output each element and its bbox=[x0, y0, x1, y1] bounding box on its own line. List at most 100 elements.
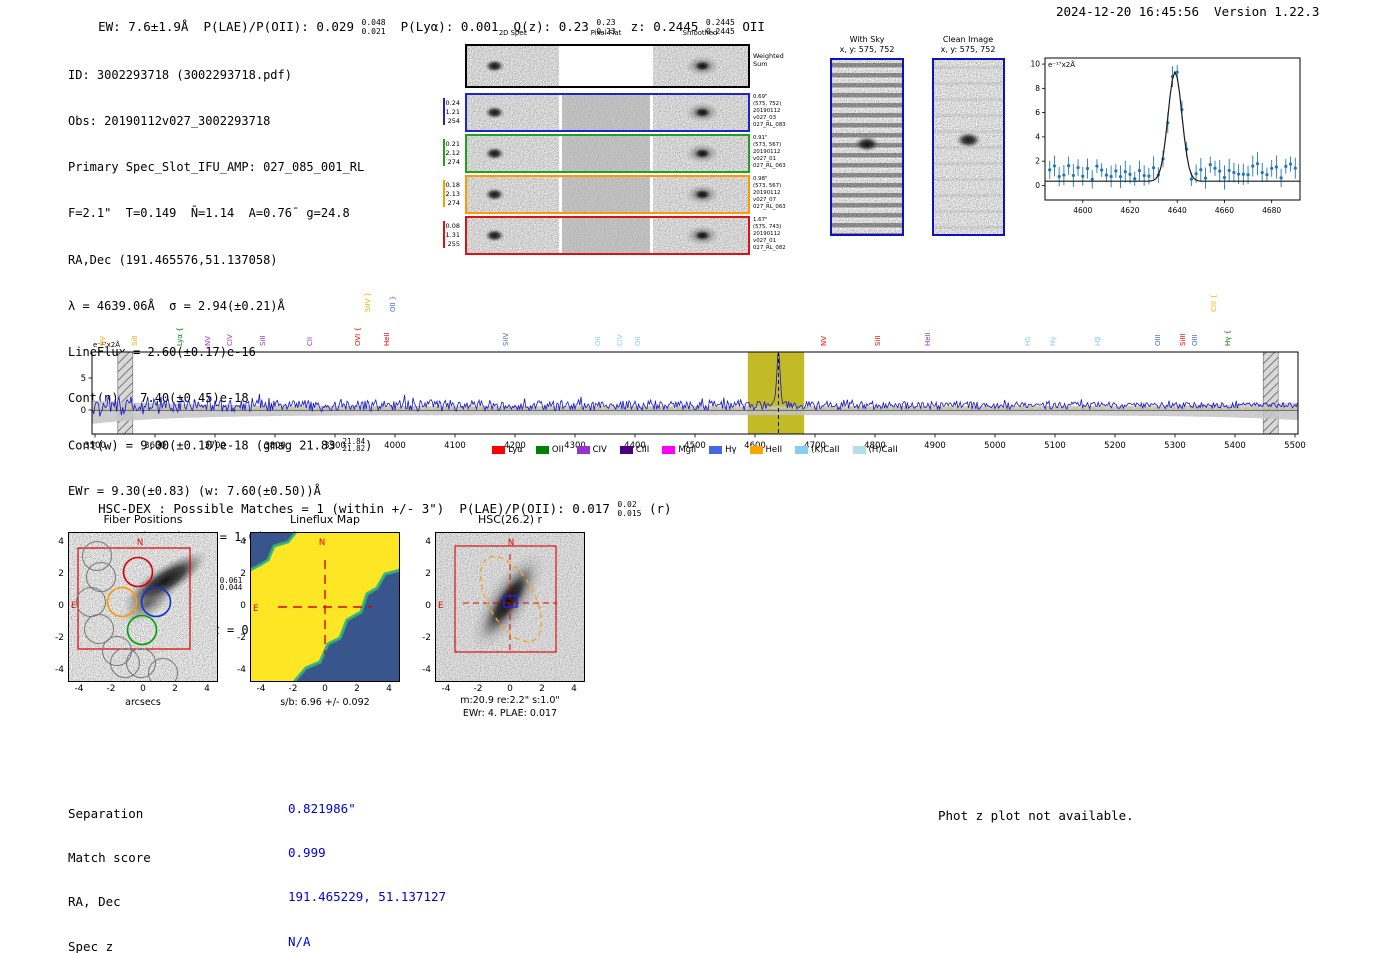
elixer-report-page: EW: 7.6±1.9Å P(LAE)/P(OII): 0.029 0.048 0… bbox=[0, 0, 1400, 953]
spec2d-header-pixelflat: Pixel Flat bbox=[590, 29, 622, 37]
emission-line-label: OII } bbox=[389, 296, 397, 312]
legend-label: (H)CaII bbox=[868, 445, 898, 455]
compass-east-label: E bbox=[438, 601, 443, 611]
emission-line-label: CIV bbox=[616, 334, 624, 346]
emission-line-label: NV bbox=[99, 336, 107, 346]
withsky-xy: x, y: 575, 752 bbox=[839, 45, 895, 54]
axis-tick-label: 0 bbox=[507, 684, 513, 694]
info-seeing: F=2.1" T=0.149 N̄=1.14 A=0.76̄ g=24.8 bbox=[68, 206, 350, 221]
info-obs: Obs: 20190112v027_3002293718 bbox=[68, 114, 271, 129]
legend-color-chip bbox=[535, 446, 549, 454]
spec2d-cell-spec bbox=[467, 95, 559, 130]
emission-line-label: OIII bbox=[1154, 334, 1162, 346]
match-table-labels: Separation Match score RA, Dec Spec z Ph… bbox=[68, 777, 181, 953]
spec2d-row-right-label: 0.98" (573, 567) 20190112 v027_07 027_RL_063 bbox=[753, 176, 786, 210]
hsc-cutout-title: HSC(26.2) r bbox=[477, 513, 543, 526]
axis-tick-label: -4 bbox=[55, 665, 64, 675]
emission-line-label: SiII bbox=[259, 335, 267, 346]
spec2d-cell-smooth bbox=[653, 136, 748, 171]
spec2d-cell-smooth bbox=[653, 95, 748, 130]
legend-label: Hγ bbox=[725, 445, 737, 455]
axis-tick-label: -2 bbox=[473, 684, 483, 694]
axis-tick-label: 6 bbox=[1035, 108, 1040, 117]
match-value: 0.999 bbox=[288, 844, 326, 860]
axis-tick-label: 0 bbox=[58, 601, 64, 611]
spec2d-cell-spec bbox=[467, 136, 559, 171]
header-timestamp: 2024-12-20 16:45:56 Version 1.22.3 bbox=[1056, 4, 1320, 19]
spec2d-fiber-row bbox=[465, 134, 750, 173]
spec2d-cell-flat bbox=[562, 177, 650, 212]
match-label: Separation bbox=[68, 805, 144, 821]
fiber-positions-xlabel: arcsecs bbox=[125, 697, 161, 708]
compass-east-label: E bbox=[253, 604, 258, 614]
spec2d-cell-flat bbox=[562, 218, 650, 253]
axis-tick-label: 4 bbox=[571, 684, 577, 694]
spec2d-weighted-label: Weighted Sum bbox=[753, 52, 784, 68]
emission-line-label: NV bbox=[204, 336, 212, 346]
header-ew: EW: 7.6±1.9Å P(LAE)/P(OII): 0.029 bbox=[98, 19, 362, 34]
clean-xy: x, y: 575, 752 bbox=[940, 45, 996, 54]
legend-label: HeII bbox=[765, 445, 783, 455]
axis-tick-label: 0 bbox=[240, 601, 246, 611]
emission-line-label: OIII bbox=[1191, 334, 1199, 346]
axis-tick-label: 0 bbox=[140, 684, 146, 694]
emission-line-label: OII bbox=[634, 336, 642, 346]
lineflux-map-xlabel: s/b: 6.96 +/- 0.092 bbox=[280, 697, 370, 708]
y-axis-label: e⁻¹⁷x2Å bbox=[1048, 60, 1075, 69]
axis-tick-label: 4680 bbox=[1262, 206, 1281, 215]
match-label: Spec z bbox=[68, 938, 114, 953]
axis-tick-label: 2 bbox=[58, 569, 64, 579]
spec2d-cell-spec bbox=[467, 46, 559, 86]
axis-tick-label: 2 bbox=[354, 684, 360, 694]
legend-color-chip bbox=[619, 446, 633, 454]
withsky-image-panel bbox=[830, 58, 904, 240]
spec2d-row-left-label: 0.08 1.31 255 bbox=[445, 222, 460, 248]
spec2d-weighted-row bbox=[465, 44, 750, 88]
lineflux-map-image: NE bbox=[250, 532, 400, 682]
axis-tick-label: 4 bbox=[204, 684, 210, 694]
axis-tick-label: -4 bbox=[256, 684, 266, 694]
emission-line-label: Hδ bbox=[1024, 336, 1032, 346]
spec2d-row-right-label: 1.67" (575, 743) 20190112 v027_01 027_RL_082 bbox=[753, 217, 786, 251]
axis-tick-label: 4 bbox=[58, 537, 64, 547]
axis-tick-label: 4 bbox=[1035, 132, 1040, 141]
legend-label: (K)CaII bbox=[811, 445, 840, 455]
emission-line-label: NV bbox=[820, 336, 828, 346]
spec2d-header-smoothed: Smoothed bbox=[682, 29, 718, 37]
match-value: 0.821986" bbox=[288, 800, 356, 816]
axis-tick-label: -4 bbox=[74, 684, 84, 694]
hsc-cutout-xlabel2: EWr: 4. PLAE: 0.017 bbox=[462, 708, 558, 719]
emission-line-label: Hγ { bbox=[1224, 330, 1232, 346]
linefit-plot: 4600 4620 4640 4660 4680 0 2 4 6 8 10 e⁻¹⁷x2Å bbox=[1030, 57, 1301, 215]
spec2d-row-left-label: 0.24 1.21 254 bbox=[445, 99, 460, 125]
spec2d-cell-blank bbox=[562, 46, 650, 86]
legend-label: CIV bbox=[592, 445, 607, 455]
legend-color-chip bbox=[662, 446, 676, 454]
axis-tick-label: -2 bbox=[55, 633, 64, 643]
axis-tick-label: -4 bbox=[237, 665, 246, 675]
axis-tick-label: 2 bbox=[240, 569, 246, 579]
spec2d-cell-flat bbox=[562, 136, 650, 171]
emission-line-label: OVI { bbox=[354, 327, 362, 346]
spec2d-fiber-row bbox=[465, 216, 750, 255]
axis-tick-label: -2 bbox=[422, 633, 431, 643]
spec2d-cell-smooth bbox=[653, 218, 748, 253]
axis-tick-label: 4620 bbox=[1120, 206, 1139, 215]
spec2d-row-right-label: 0.69" (575, 752) 20190112 v027_03 027_RL_083 bbox=[753, 94, 786, 128]
emission-line-label: CII bbox=[306, 337, 314, 346]
legend-color-chip bbox=[709, 446, 723, 454]
axis-tick-label: -4 bbox=[441, 684, 451, 694]
legend-item: MgII bbox=[662, 445, 696, 455]
spec2d-fiber-row bbox=[465, 175, 750, 214]
legend-item: HeII bbox=[749, 445, 783, 455]
emission-line-label: OII bbox=[594, 336, 602, 346]
legend-color-chip bbox=[795, 446, 809, 454]
clean-image bbox=[934, 60, 1003, 234]
emission-line-label: SiII bbox=[874, 335, 882, 346]
plae-poii-confidence: 0.048 0.021 bbox=[361, 18, 386, 36]
spec2d-cell-smooth bbox=[653, 177, 748, 212]
fiber-positions-image: NE bbox=[68, 532, 218, 682]
hsc-cutout-image: NE bbox=[435, 532, 585, 682]
clean-title: Clean Image bbox=[942, 35, 994, 44]
axis-tick-label: 0 bbox=[425, 601, 431, 611]
